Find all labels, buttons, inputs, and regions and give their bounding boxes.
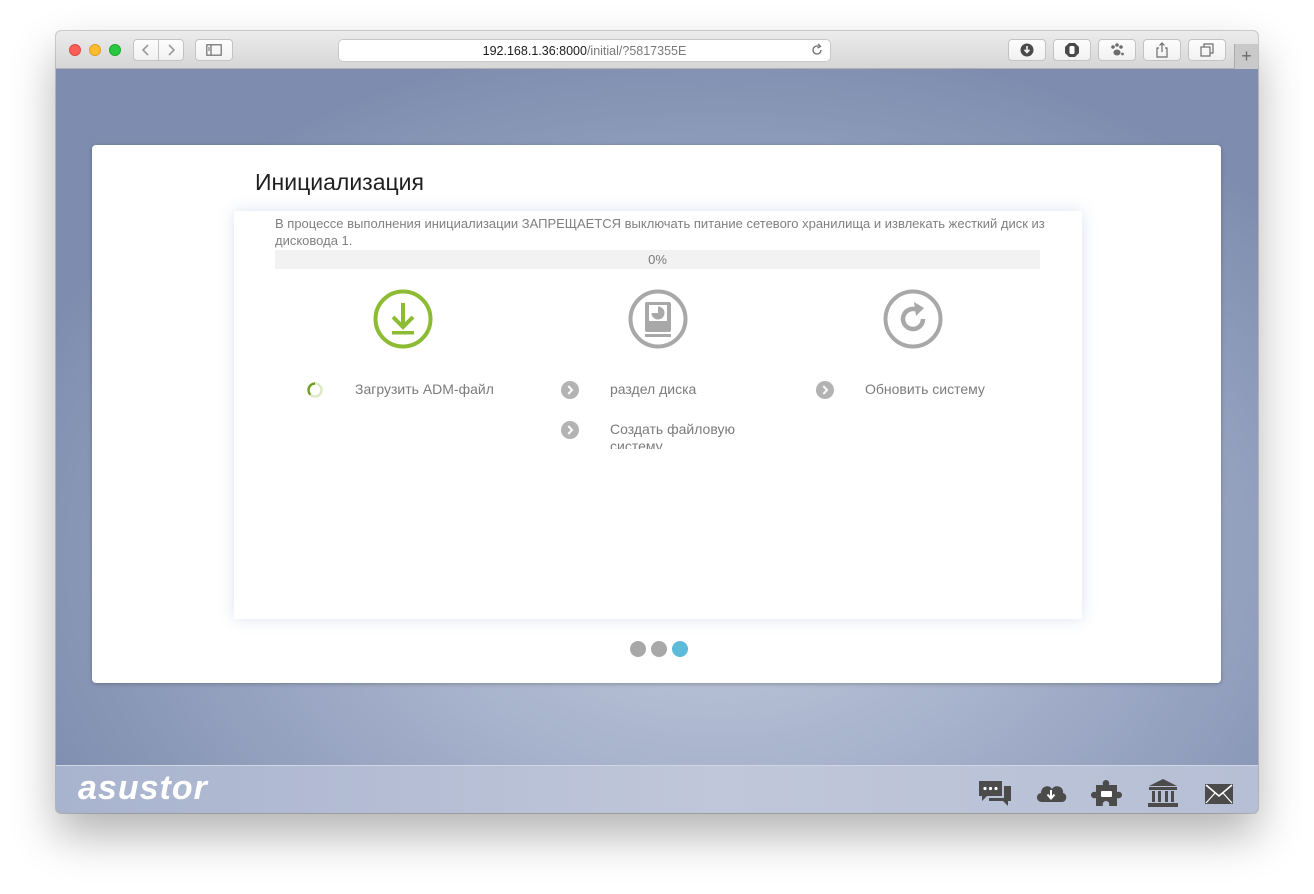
chat-icon[interactable] [978,778,1012,808]
chevron-right-icon [168,44,176,56]
app-footer: asustor [56,765,1258,813]
url-path: /initial/?5817355E [586,43,687,58]
refresh-icon [883,289,943,349]
warning-text: В процессе выполнения инициализации ЗАПР… [275,216,1045,248]
reload-icon[interactable] [810,43,824,57]
back-button[interactable] [133,39,159,61]
share-icon [1156,42,1168,58]
browser-toolbar: 192.168.1.36:8000/initial/?5817355E + [56,31,1258,69]
page-title: Инициализация [255,169,424,195]
close-window-button[interactable] [69,44,81,56]
address-bar[interactable]: 192.168.1.36:8000/initial/?5817355E [338,39,831,62]
share-button[interactable] [1143,39,1181,61]
downloads-button[interactable] [1008,39,1046,61]
tabs-overview-button[interactable] [1188,39,1226,61]
initialization-dialog: Инициализация В процессе выполнения иниц… [92,145,1221,683]
mail-icon[interactable] [1202,778,1236,808]
sidebar-button[interactable] [195,39,233,61]
url-host: 192.168.1.36:8000 [482,43,587,58]
plus-icon: + [1241,46,1252,66]
pager-dot-2[interactable] [651,641,667,657]
initialization-panel [234,211,1082,619]
chevron-right-circle-icon [561,381,579,399]
chevron-left-icon [141,44,149,56]
chevron-right-circle-icon [816,381,834,399]
hand-shield-icon [1065,43,1079,57]
paw-extension-button[interactable] [1098,39,1136,61]
adblock-extension-button[interactable] [1053,39,1091,61]
disk-partition-icon [628,289,688,349]
pager-dots [630,641,688,657]
download-icon [373,289,433,349]
step-label: раздел диска [610,381,697,397]
progress-label: 0% [648,252,667,267]
fullscreen-window-button[interactable] [109,44,121,56]
bank-icon[interactable] [1146,778,1180,808]
new-tab-button[interactable]: + [1234,44,1258,69]
asustor-logo: asustor [78,769,208,807]
puzzle-icon[interactable] [1090,778,1124,808]
step-label-filesystem: Создать файловую систему [610,421,735,449]
sidebar-icon [206,44,222,56]
forward-button[interactable] [158,39,184,61]
spinner-icon [307,382,323,398]
tabs-icon [1200,43,1214,57]
progress-bar: 0% [275,250,1040,269]
browser-window: 192.168.1.36:8000/initial/?5817355E + Ин… [56,31,1258,813]
step-label: Обновить систему [865,381,985,397]
page-content: Инициализация В процессе выполнения иниц… [56,69,1258,765]
step-label: Загрузить ADM-файл [355,381,494,397]
download-circle-icon [1020,43,1034,57]
pager-dot-3[interactable] [672,641,688,657]
pager-dot-1[interactable] [630,641,646,657]
paw-icon [1111,43,1124,56]
chevron-right-circle-icon [561,421,579,439]
minimize-window-button[interactable] [89,44,101,56]
cloud-download-icon[interactable] [1034,778,1068,808]
